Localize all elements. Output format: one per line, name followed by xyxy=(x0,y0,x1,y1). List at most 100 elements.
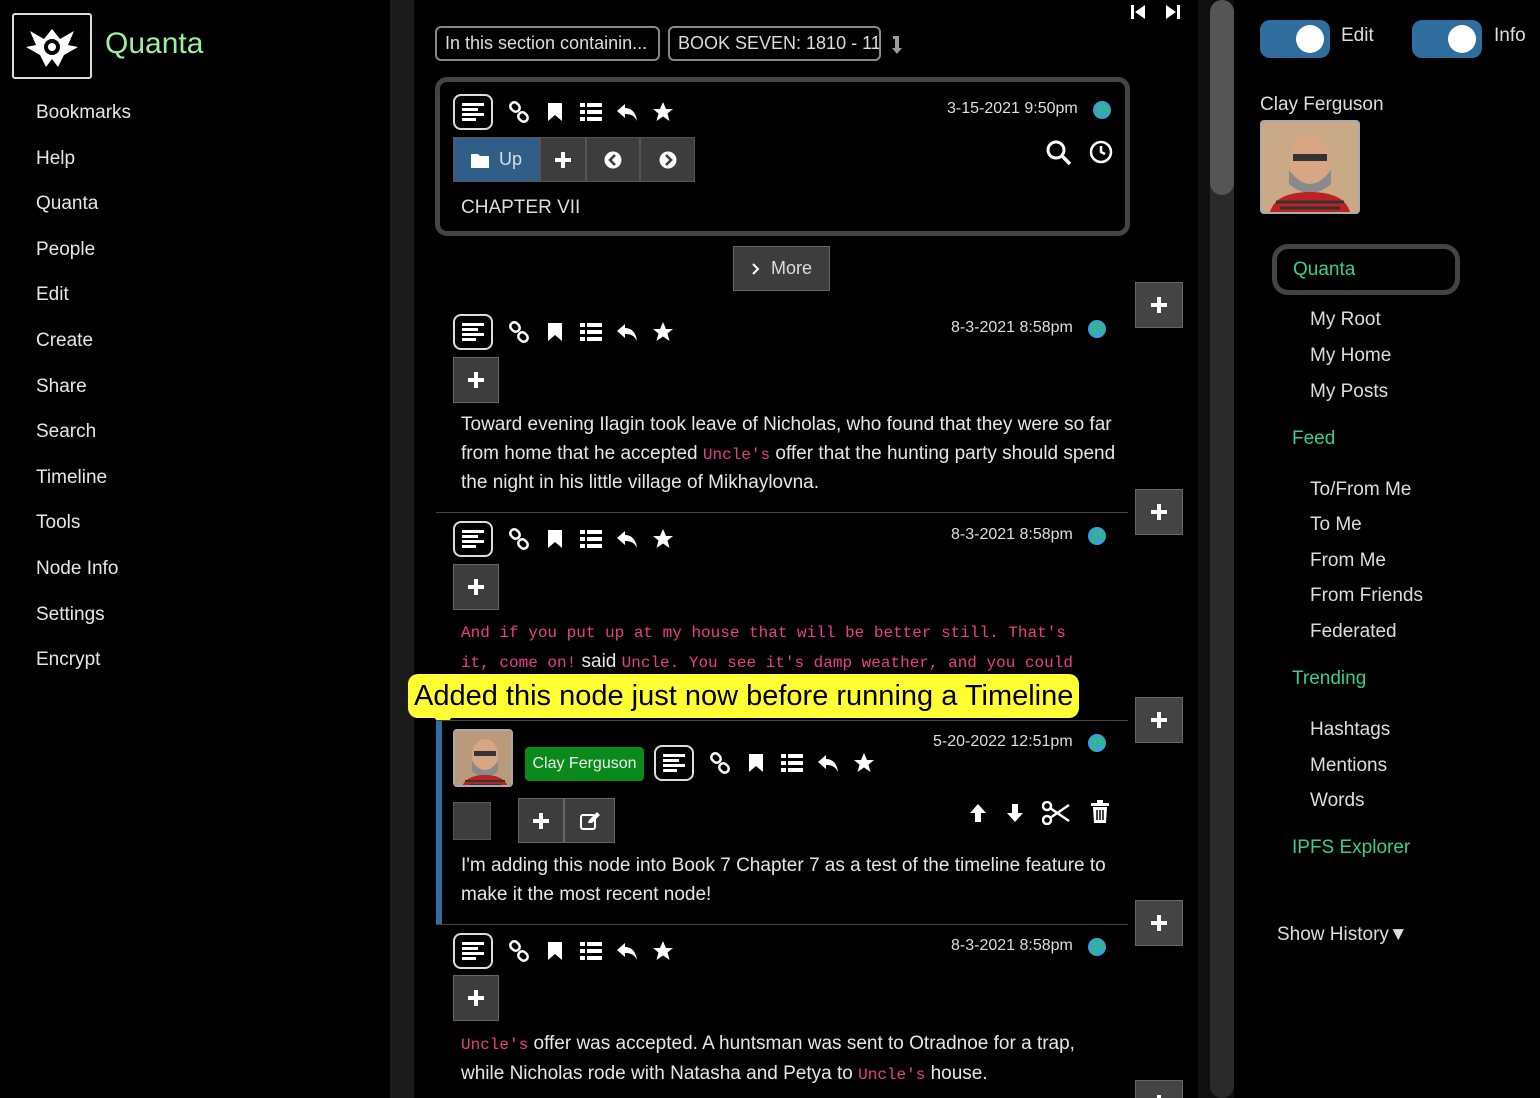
arrow-down-icon[interactable] xyxy=(890,34,904,56)
menu-lines-icon[interactable] xyxy=(453,521,493,557)
clock-history-icon[interactable] xyxy=(1089,140,1113,164)
eagle-logo-icon[interactable] xyxy=(12,13,92,79)
menu-item-tools[interactable]: Tools xyxy=(36,500,131,546)
my-root-link[interactable]: My Root xyxy=(1310,309,1381,331)
menu-item-settings[interactable]: Settings xyxy=(36,592,131,638)
link-icon[interactable] xyxy=(501,521,537,557)
my-posts-link[interactable]: My Posts xyxy=(1310,381,1388,403)
bookmark-icon[interactable] xyxy=(537,314,573,350)
feed-federated[interactable]: Federated xyxy=(1310,621,1397,643)
bookmark-icon[interactable] xyxy=(537,933,573,969)
star-icon[interactable] xyxy=(645,933,681,969)
list-icon[interactable] xyxy=(573,314,609,350)
ipfs-explorer-link[interactable]: IPFS Explorer xyxy=(1292,837,1410,859)
breadcrumb-book[interactable]: BOOK SEVEN: 1810 - 11 xyxy=(668,26,881,61)
insert-node-button[interactable] xyxy=(1135,697,1183,743)
last-page-icon[interactable] xyxy=(1164,3,1182,21)
list-icon[interactable] xyxy=(573,94,609,130)
trash-icon[interactable] xyxy=(1090,800,1110,824)
menu-item-search[interactable]: Search xyxy=(36,409,131,455)
link-icon[interactable] xyxy=(501,314,537,350)
list-icon[interactable] xyxy=(774,745,810,781)
add-child-button[interactable] xyxy=(453,564,499,610)
menu-item-node-info[interactable]: Node Info xyxy=(36,546,131,592)
insert-node-button[interactable] xyxy=(1135,282,1183,328)
author-avatar[interactable] xyxy=(453,729,513,787)
app-title[interactable]: Quanta xyxy=(105,27,203,61)
avatar[interactable] xyxy=(1260,120,1360,214)
bookmark-icon[interactable] xyxy=(537,94,573,130)
prev-sibling-button[interactable] xyxy=(586,137,640,182)
left-menu: Bookmarks Help Quanta People Edit Create… xyxy=(36,90,131,683)
link-icon[interactable] xyxy=(702,745,738,781)
star-icon[interactable] xyxy=(846,745,882,781)
insert-node-button[interactable] xyxy=(1135,489,1183,535)
edit-node-button[interactable] xyxy=(564,798,615,843)
menu-item-help[interactable]: Help xyxy=(36,136,131,182)
edit-toggle-label: Edit xyxy=(1341,25,1374,46)
star-icon[interactable] xyxy=(645,314,681,350)
first-page-icon[interactable] xyxy=(1129,3,1147,21)
bookmark-icon[interactable] xyxy=(738,745,774,781)
node-code-text: it, come on! xyxy=(461,653,577,672)
main-scrollbar-thumb[interactable] xyxy=(1210,0,1234,195)
insert-node-button[interactable] xyxy=(1135,900,1183,946)
list-icon[interactable] xyxy=(573,521,609,557)
list-icon[interactable] xyxy=(573,933,609,969)
menu-lines-icon[interactable] xyxy=(453,314,493,350)
reply-icon[interactable] xyxy=(609,933,645,969)
menu-item-share[interactable]: Share xyxy=(36,364,131,410)
link-icon[interactable] xyxy=(501,94,537,130)
menu-lines-icon[interactable] xyxy=(654,745,694,781)
edit-toggle[interactable] xyxy=(1260,20,1330,58)
feed-to-from-me[interactable]: To/From Me xyxy=(1310,479,1411,501)
feed-from-me[interactable]: From Me xyxy=(1310,550,1386,572)
reply-icon[interactable] xyxy=(609,521,645,557)
user-name[interactable]: Clay Ferguson xyxy=(1260,94,1384,116)
scissors-icon[interactable] xyxy=(1042,801,1070,825)
trending-hashtags[interactable]: Hashtags xyxy=(1310,719,1390,741)
link-icon[interactable] xyxy=(501,933,537,969)
menu-item-timeline[interactable]: Timeline xyxy=(36,455,131,501)
star-icon[interactable] xyxy=(645,94,681,130)
select-checkbox[interactable] xyxy=(453,802,491,840)
trending-words[interactable]: Words xyxy=(1310,790,1365,812)
menu-lines-icon[interactable] xyxy=(453,94,493,130)
up-button[interactable]: Up xyxy=(453,137,540,182)
menu-item-encrypt[interactable]: Encrypt xyxy=(36,637,131,683)
my-home-link[interactable]: My Home xyxy=(1310,345,1391,367)
menu-item-quanta[interactable]: Quanta xyxy=(36,181,131,227)
next-sibling-button[interactable] xyxy=(640,137,695,182)
feed-to-me[interactable]: To Me xyxy=(1310,514,1362,536)
show-history-toggle[interactable]: Show History▼ xyxy=(1277,924,1408,946)
breadcrumb-section[interactable]: In this section containin... xyxy=(435,26,660,61)
reply-icon[interactable] xyxy=(609,314,645,350)
menu-item-bookmarks[interactable]: Bookmarks xyxy=(36,90,131,136)
insert-node-button[interactable] xyxy=(1135,1080,1183,1098)
more-button[interactable]: More xyxy=(733,246,830,291)
menu-item-people[interactable]: People xyxy=(36,227,131,273)
feed-heading[interactable]: Feed xyxy=(1292,428,1335,450)
search-icon[interactable] xyxy=(1046,140,1072,166)
add-child-button[interactable] xyxy=(453,975,499,1021)
menu-item-edit[interactable]: Edit xyxy=(36,272,131,318)
node-content: Uncle's offer was accepted. A huntsman w… xyxy=(461,1030,1121,1089)
quanta-section-button[interactable]: Quanta xyxy=(1272,244,1460,295)
menu-lines-icon[interactable] xyxy=(453,933,493,969)
menu-item-create[interactable]: Create xyxy=(36,318,131,364)
info-toggle[interactable] xyxy=(1412,20,1482,58)
move-down-icon[interactable] xyxy=(1005,802,1025,824)
add-child-button[interactable] xyxy=(540,137,586,182)
star-icon[interactable] xyxy=(645,521,681,557)
add-child-button[interactable] xyxy=(453,357,499,403)
feed-from-friends[interactable]: From Friends xyxy=(1310,585,1423,607)
move-up-icon[interactable] xyxy=(968,802,988,824)
reply-icon[interactable] xyxy=(609,94,645,130)
trending-heading[interactable]: Trending xyxy=(1292,668,1366,690)
bookmark-icon[interactable] xyxy=(537,521,573,557)
up-label: Up xyxy=(498,149,522,169)
add-child-button[interactable] xyxy=(518,798,564,843)
trending-mentions[interactable]: Mentions xyxy=(1310,755,1387,777)
reply-icon[interactable] xyxy=(810,745,846,781)
author-badge[interactable]: Clay Ferguson xyxy=(525,747,644,781)
